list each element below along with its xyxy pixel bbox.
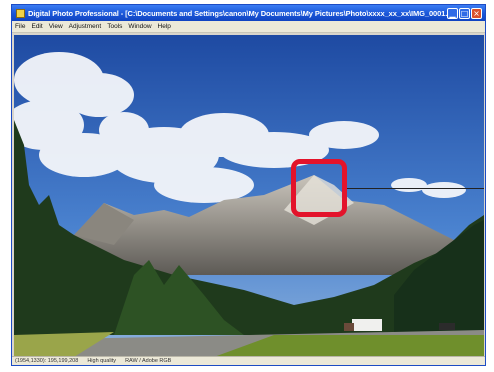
app-window: Digital Photo Professional - [C:\Documen…	[11, 4, 486, 366]
menu-view[interactable]: View	[49, 23, 63, 30]
menu-tools[interactable]: Tools	[107, 23, 122, 30]
status-format: RAW / Adobe RGB	[125, 358, 172, 364]
app-icon	[16, 8, 25, 18]
image-viewport[interactable]	[14, 35, 484, 357]
status-coords: (1954,1330): 195,199,208	[15, 358, 79, 364]
window-controls: ▁ □ ×	[447, 7, 482, 19]
menu-file[interactable]: File	[15, 23, 25, 30]
title-bar[interactable]: Digital Photo Professional - [C:\Documen…	[12, 5, 485, 21]
menu-help[interactable]: Help	[158, 23, 171, 30]
menu-edit[interactable]: Edit	[31, 23, 42, 30]
callout-leader-line	[347, 188, 484, 189]
window-title: Digital Photo Professional - [C:\Documen…	[28, 8, 447, 18]
status-bar: (1954,1330): 195,199,208 High quality RA…	[12, 356, 485, 365]
minimize-button[interactable]: ▁	[447, 7, 458, 19]
maximize-button[interactable]: □	[459, 7, 470, 19]
menu-adjustment[interactable]: Adjustment	[69, 23, 102, 30]
highlight-callout-box	[291, 159, 347, 217]
menu-bar: File Edit View Adjustment Tools Window H…	[12, 21, 485, 33]
close-button[interactable]: ×	[471, 7, 482, 19]
landscape-photo	[14, 35, 484, 357]
status-quality: High quality	[87, 358, 117, 364]
menu-window[interactable]: Window	[128, 23, 151, 30]
